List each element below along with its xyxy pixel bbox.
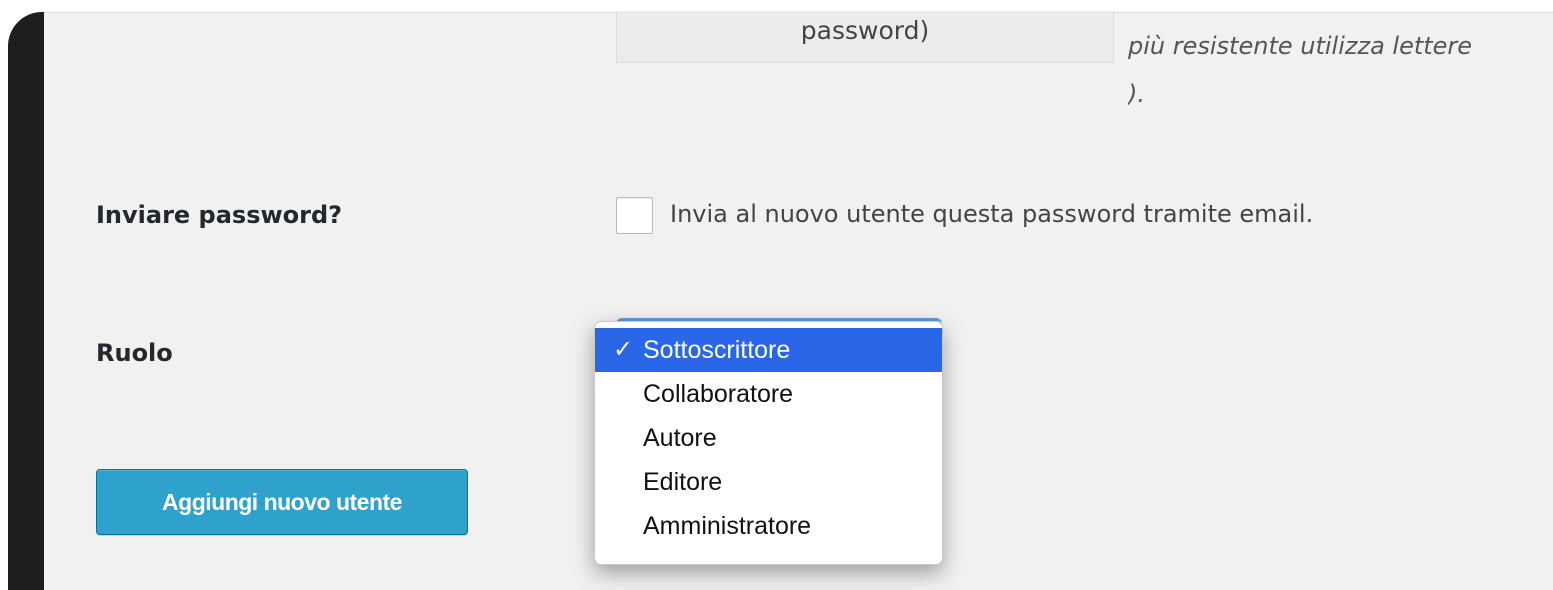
role-label: Ruolo [96, 339, 173, 367]
role-option-editore[interactable]: Editore [595, 460, 942, 504]
role-option-label: Autore [643, 424, 717, 452]
role-dropdown-menu: ✓ Sottoscrittore Collaboratore Autore Ed… [594, 321, 943, 565]
role-option-sottoscrittore[interactable]: ✓ Sottoscrittore [595, 328, 942, 372]
password-strength-text: password) [800, 16, 930, 45]
role-option-label: Collaboratore [643, 380, 794, 408]
send-password-label: Inviare password? [96, 201, 343, 229]
password-hint: più resistente utilizza lettere ). [1128, 18, 1553, 122]
role-option-label: Editore [643, 468, 723, 496]
role-option-autore[interactable]: Autore [595, 416, 942, 460]
role-option-label: Amministratore [643, 512, 812, 540]
add-new-user-button[interactable]: Aggiungi nuovo utente [96, 469, 468, 535]
send-password-checkbox-text[interactable]: Invia al nuovo utente questa password tr… [670, 200, 1313, 228]
password-hint-line1: più resistente utilizza lettere [1128, 32, 1473, 60]
form-panel: password) più resistente utilizza letter… [44, 11, 1553, 590]
role-option-amministratore[interactable]: Amministratore [595, 504, 942, 548]
role-option-collaboratore[interactable]: Collaboratore [595, 372, 942, 416]
password-strength-indicator: password) [616, 11, 1114, 63]
send-password-checkbox[interactable] [616, 197, 653, 234]
password-hint-line2: ). [1128, 80, 1145, 108]
checkmark-icon: ✓ [613, 336, 634, 363]
role-option-label: Sottoscrittore [643, 336, 791, 364]
